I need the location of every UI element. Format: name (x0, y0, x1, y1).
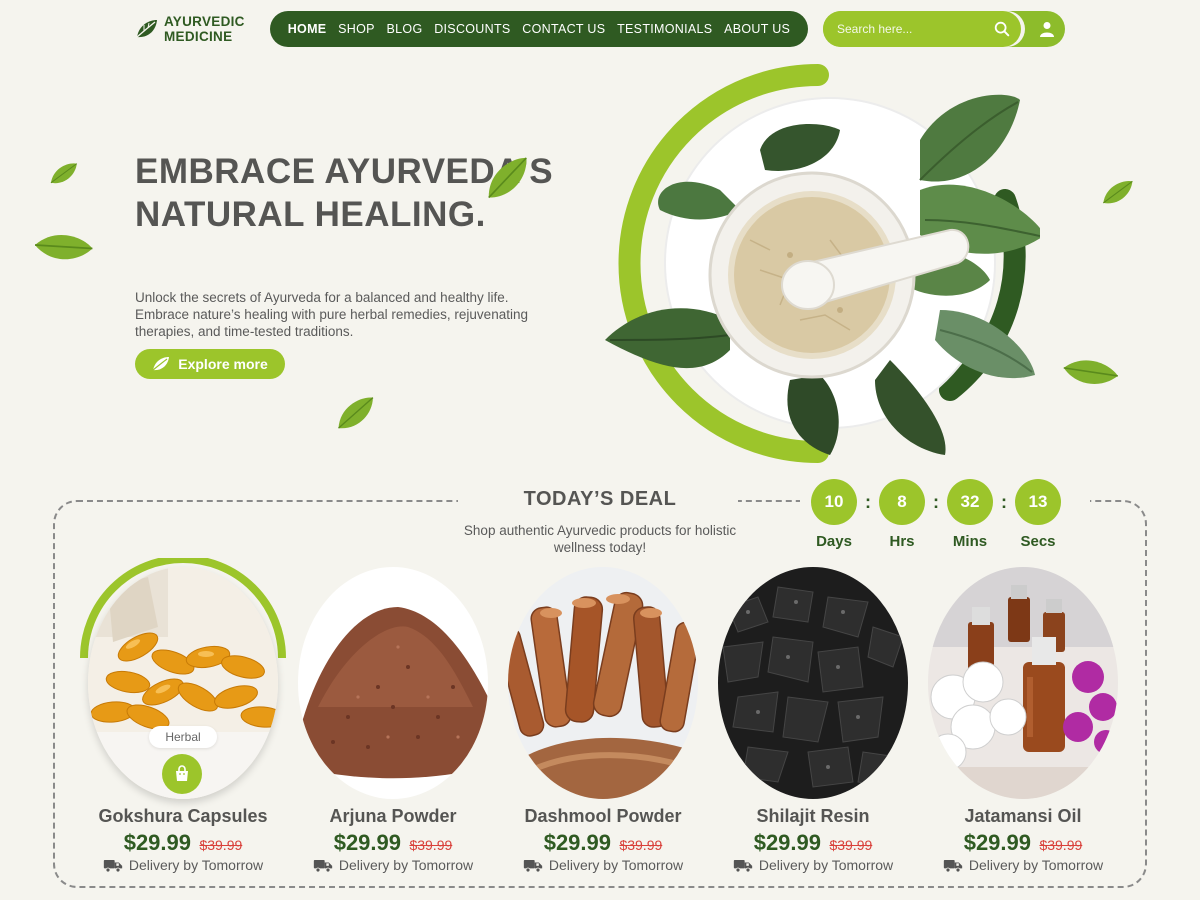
delivery-text: Delivery by Tomorrow (758, 857, 894, 873)
product-image-oil[interactable] (928, 567, 1118, 799)
countdown-days-label: Days (816, 533, 852, 550)
delivery-truck-icon (523, 857, 543, 873)
product-delivery: Delivery by Tomorrow (78, 857, 288, 873)
search-box (823, 11, 1021, 47)
nav-shop[interactable]: SHOP (338, 22, 375, 36)
product-name[interactable]: Jatamansi Oil (918, 806, 1128, 827)
delivery-truck-icon (943, 857, 963, 873)
nav-testimonials[interactable]: TESTIMONIALS (617, 22, 712, 36)
delivery-text: Delivery by Tomorrow (338, 857, 474, 873)
product-delivery: Delivery by Tomorrow (498, 857, 708, 873)
product-prices: $29.99 $39.99 (78, 830, 288, 856)
product-prices: $29.99 $39.99 (918, 830, 1128, 856)
product-name[interactable]: Arjuna Powder (288, 806, 498, 827)
product-name[interactable]: Shilajit Resin (708, 806, 918, 827)
floating-leaf-icon (28, 216, 98, 280)
shopping-bag-icon (176, 765, 188, 781)
nav-home[interactable]: HOME (288, 22, 327, 36)
product-price: $29.99 (333, 830, 401, 855)
main-nav: HOME SHOP BLOG DISCOUNTS CONTACT US TEST… (270, 11, 808, 47)
mortar-pestle-illustration (605, 64, 1040, 463)
countdown-seconds-value: 13 (1015, 479, 1061, 525)
countdown-days: 10 Days (810, 479, 858, 550)
countdown-minutes-label: Mins (952, 533, 988, 550)
product-name[interactable]: Gokshura Capsules (78, 806, 288, 827)
delivery-truck-icon (733, 857, 753, 873)
product-image-cinnamon[interactable] (508, 567, 698, 799)
logo[interactable]: AYURVEDIC MEDICINE (135, 14, 245, 44)
delivery-truck-icon (313, 857, 333, 873)
countdown-hours-label: Hrs (889, 533, 915, 550)
countdown-hours: 8 Hrs (878, 479, 926, 550)
brand-name: AYURVEDIC MEDICINE (164, 14, 245, 44)
add-to-cart-button[interactable] (162, 754, 202, 794)
countdown-days-value: 10 (811, 479, 857, 525)
delivery-text: Delivery by Tomorrow (548, 857, 684, 873)
nav-blog[interactable]: BLOG (387, 22, 423, 36)
product-old-price: $39.99 (1039, 837, 1083, 853)
deal-countdown: 10 Days : 8 Hrs : 32 Mins : 13 Secs (810, 479, 1062, 550)
deal-subtitle: Shop authentic Ayurvedic products for ho… (463, 523, 737, 555)
delivery-text: Delivery by Tomorrow (968, 857, 1104, 873)
leaf-logo-icon (136, 20, 157, 38)
delivery-text: Delivery by Tomorrow (128, 857, 264, 873)
product-old-price: $39.99 (409, 837, 453, 853)
herbal-badge: Herbal (149, 726, 217, 748)
product-prices: $29.99 $39.99 (288, 830, 498, 856)
product-old-price: $39.99 (199, 837, 243, 853)
product-image-powder[interactable] (298, 567, 488, 799)
user-icon (1040, 22, 1054, 37)
countdown-separator: : (865, 492, 871, 512)
nav-contact-us[interactable]: CONTACT US (522, 22, 605, 36)
product-name[interactable]: Dashmool Powder (498, 806, 708, 827)
floating-leaf-icon (1098, 177, 1138, 209)
nav-discounts[interactable]: DISCOUNTS (434, 22, 510, 36)
product-prices: $29.99 $39.99 (498, 830, 708, 856)
countdown-seconds: 13 Secs (1014, 479, 1062, 550)
floating-leaf-icon (329, 392, 384, 435)
floating-leaf-icon (46, 159, 82, 188)
countdown-separator: : (933, 492, 939, 512)
product-image-resin[interactable] (718, 567, 908, 799)
nav-about-us[interactable]: ABOUT US (724, 22, 790, 36)
product-delivery: Delivery by Tomorrow (708, 857, 918, 873)
countdown-seconds-label: Secs (1020, 533, 1056, 550)
product-old-price: $39.99 (619, 837, 663, 853)
product-old-price: $39.99 (829, 837, 873, 853)
product-price: $29.99 (543, 830, 611, 855)
search-bar (823, 11, 1065, 47)
product-delivery: Delivery by Tomorrow (918, 857, 1128, 873)
explore-more-button[interactable]: Explore more (135, 349, 285, 379)
countdown-hours-value: 8 (879, 479, 925, 525)
product-price: $29.99 (753, 830, 821, 855)
search-icon[interactable] (993, 20, 1011, 38)
floating-leaf-icon (1056, 341, 1124, 404)
countdown-minutes: 32 Mins (946, 479, 994, 550)
product-price: $29.99 (123, 830, 191, 855)
user-account-button[interactable] (1033, 15, 1061, 43)
explore-more-label: Explore more (178, 356, 268, 372)
countdown-separator: : (1001, 492, 1007, 512)
product-delivery: Delivery by Tomorrow (288, 857, 498, 873)
product-prices: $29.99 $39.99 (708, 830, 918, 856)
countdown-minutes-value: 32 (947, 479, 993, 525)
search-input[interactable] (837, 22, 993, 36)
product-price: $29.99 (963, 830, 1031, 855)
delivery-truck-icon (103, 857, 123, 873)
leaf-icon (152, 357, 170, 371)
deal-title: TODAY’S DEAL (523, 488, 677, 510)
hero-description: Unlock the secrets of Ayurveda for a bal… (135, 290, 528, 339)
